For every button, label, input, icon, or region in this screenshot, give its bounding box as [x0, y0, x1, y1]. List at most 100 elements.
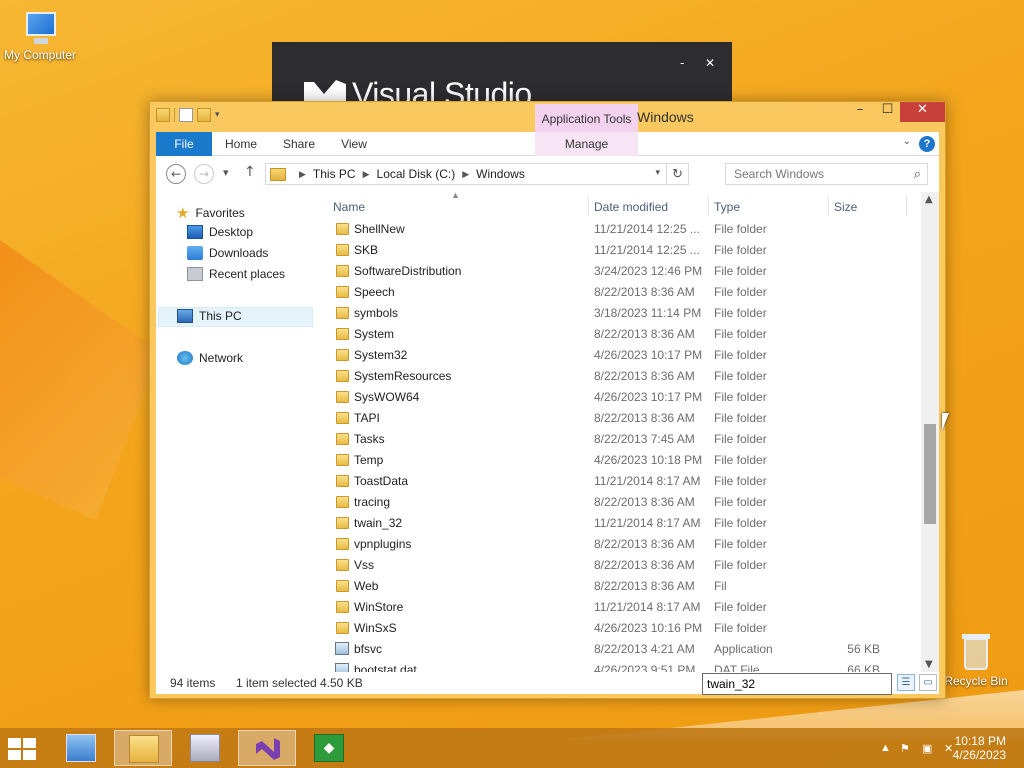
title-bar[interactable]: ▾ Application Tools Windows – ☐ ✕ [150, 102, 945, 134]
controller-icon: ◆ [314, 734, 344, 762]
large-icons-view-icon[interactable]: ▭ [919, 674, 937, 691]
search-icon[interactable]: ⌕ [914, 166, 921, 182]
desktop-icon [187, 225, 203, 239]
file-row[interactable]: SysWOW64 4/26/2023 10:17 PM File folder [326, 387, 922, 408]
close-button[interactable]: ✕ [900, 102, 945, 122]
up-button[interactable]: ↑ [244, 164, 256, 180]
file-type: File folder [714, 453, 767, 467]
file-row[interactable]: twain_32 11/21/2014 8:17 AM File folder [326, 513, 922, 534]
column-header-date[interactable]: Date modified [594, 200, 668, 214]
taskbar: ◆ ▲ ⚑ ▣ ✕ 10:18 PM 4/26/2023 [0, 728, 1024, 768]
minimize-button[interactable]: – [845, 102, 875, 122]
recent-locations-icon[interactable]: ▾ [223, 166, 229, 179]
file-row[interactable]: Speech 8/22/2013 8:36 AM File folder [326, 282, 922, 303]
chevron-down-icon[interactable]: ▾ [655, 167, 660, 178]
file-row[interactable]: SystemResources 8/22/2013 8:36 AM File fol… [326, 366, 922, 387]
file-row[interactable]: SoftwareDistribution 3/24/2023 12:46 PM Fi… [326, 261, 922, 282]
file-row[interactable]: bootstat.dat 4/26/2023 9:51 PM DAT File 66 … [326, 660, 922, 672]
column-header-name[interactable]: Name [333, 200, 365, 214]
file-icon [335, 663, 349, 672]
refresh-icon[interactable]: ↻ [666, 164, 688, 184]
expand-ribbon-icon[interactable]: ⌄ [903, 136, 911, 147]
properties-icon[interactable] [179, 108, 193, 122]
rename-input[interactable] [702, 673, 892, 695]
folder-icon [336, 412, 349, 424]
tab-share[interactable]: Share [274, 132, 324, 156]
taskbar-game-app[interactable]: ◆ [300, 730, 358, 766]
wallpaper-shape [0, 240, 160, 520]
taskbar-app[interactable] [176, 730, 234, 766]
file-row[interactable]: vpnplugins 8/22/2013 8:36 AM File folder [326, 534, 922, 555]
desktop-icon-recycle-bin[interactable]: Recycle Bin [936, 632, 1016, 688]
details-view-icon[interactable]: ☰ [897, 674, 915, 691]
taskbar-visual-studio[interactable] [238, 730, 296, 766]
file-row[interactable]: bfsvc 8/22/2013 4:21 AM Application 56 KB [326, 639, 922, 660]
network-tray-icon[interactable]: ▣ [922, 742, 932, 755]
taskbar-file-explorer[interactable] [114, 730, 172, 766]
nav-item-recent-places[interactable]: Recent places [187, 267, 285, 281]
tab-file[interactable]: File [156, 132, 212, 156]
new-folder-icon[interactable] [197, 108, 211, 122]
file-date: 8/22/2013 8:36 AM [594, 327, 695, 341]
breadcrumb-windows[interactable]: Windows [476, 167, 525, 181]
file-row[interactable]: SKB 11/21/2014 12:25 ... File folder [326, 240, 922, 261]
scroll-down-icon[interactable]: ▼ [925, 659, 933, 670]
file-row[interactable]: Web 8/22/2013 8:36 AM Fil [326, 576, 922, 597]
file-name: System32 [354, 348, 408, 362]
tab-view[interactable]: View [332, 132, 376, 156]
file-row[interactable]: ShellNew 11/21/2014 12:25 ... File folder [326, 219, 922, 240]
nav-favorites[interactable]: ★ Favorites [176, 204, 245, 222]
file-row[interactable]: TAPI 8/22/2013 8:36 AM File folder [326, 408, 922, 429]
help-icon[interactable]: ? [919, 136, 935, 152]
address-bar[interactable]: ▶ This PC ▶ Local Disk (C:) ▶ Windows ▾ … [265, 163, 689, 185]
column-header-type[interactable]: Type [714, 200, 740, 214]
tab-manage[interactable]: Manage [535, 132, 638, 156]
splash-minimize-button[interactable]: - [680, 56, 684, 70]
visual-studio-splash: - ✕ Visual Studio [272, 42, 732, 112]
file-row[interactable]: tracing 8/22/2013 8:36 AM File folder [326, 492, 922, 513]
clock-date: 4/26/2023 [952, 748, 1006, 762]
file-name: Vss [354, 558, 375, 572]
vertical-scrollbar[interactable]: ▲ ▼ [921, 192, 939, 672]
nav-item-desktop[interactable]: Desktop [187, 225, 253, 239]
splash-close-button[interactable]: ✕ [705, 56, 715, 70]
clock[interactable]: 10:18 PM 4/26/2023 [953, 734, 1006, 762]
action-center-flag-icon[interactable]: ⚑ [900, 742, 910, 755]
clock-time: 10:18 PM [954, 734, 1006, 748]
customize-toolbar-icon[interactable]: ▾ [215, 110, 220, 120]
tab-home[interactable]: Home [216, 132, 266, 156]
file-size: 66 KB [847, 663, 880, 672]
back-button[interactable]: ← [166, 164, 186, 184]
file-row[interactable]: Vss 8/22/2013 8:36 AM File folder [326, 555, 922, 576]
chevron-right-icon: ▶ [462, 168, 470, 179]
mouse-cursor [942, 413, 949, 431]
maximize-button[interactable]: ☐ [875, 102, 900, 122]
scrollbar-thumb[interactable] [924, 424, 936, 524]
file-date: 8/22/2013 8:36 AM [594, 537, 695, 551]
show-hidden-icons-icon[interactable]: ▲ [880, 742, 891, 754]
taskbar-control-panel[interactable] [52, 730, 110, 766]
file-row[interactable]: WinSxS 4/26/2023 10:16 PM File folder [326, 618, 922, 639]
nav-item-downloads[interactable]: Downloads [187, 246, 268, 260]
item-count: 94 items [170, 676, 216, 690]
file-row[interactable]: Temp 4/26/2023 10:18 PM File folder [326, 450, 922, 471]
file-row[interactable]: Tasks 8/22/2013 7:45 AM File folder [326, 429, 922, 450]
file-row[interactable]: symbols 3/18/2023 11:14 PM File folder [326, 303, 922, 324]
breadcrumb-local-disk[interactable]: Local Disk (C:) [377, 167, 456, 181]
nav-item-network[interactable]: Network [177, 351, 243, 365]
nav-label: Desktop [209, 225, 254, 239]
column-header-size[interactable]: Size [834, 200, 857, 214]
start-button[interactable] [8, 738, 38, 760]
forward-button[interactable]: → [194, 164, 214, 184]
scroll-up-icon[interactable]: ▲ [925, 194, 933, 205]
file-row[interactable]: System 8/22/2013 8:36 AM File folder [326, 324, 922, 345]
file-row[interactable]: System32 4/26/2023 10:17 PM File folder [326, 345, 922, 366]
desktop-icon-my-computer[interactable]: My Computer [0, 12, 80, 62]
breadcrumb-this-pc[interactable]: This PC [313, 167, 356, 181]
file-type: File folder [714, 390, 767, 404]
search-input[interactable]: Search Windows ⌕ [725, 163, 928, 185]
file-row[interactable]: ToastData 11/21/2014 8:17 AM File folder [326, 471, 922, 492]
file-name: TAPI [354, 411, 380, 425]
file-row[interactable]: WinStore 11/21/2014 8:17 AM File folder [326, 597, 922, 618]
nav-item-this-pc[interactable]: This PC [177, 309, 242, 323]
